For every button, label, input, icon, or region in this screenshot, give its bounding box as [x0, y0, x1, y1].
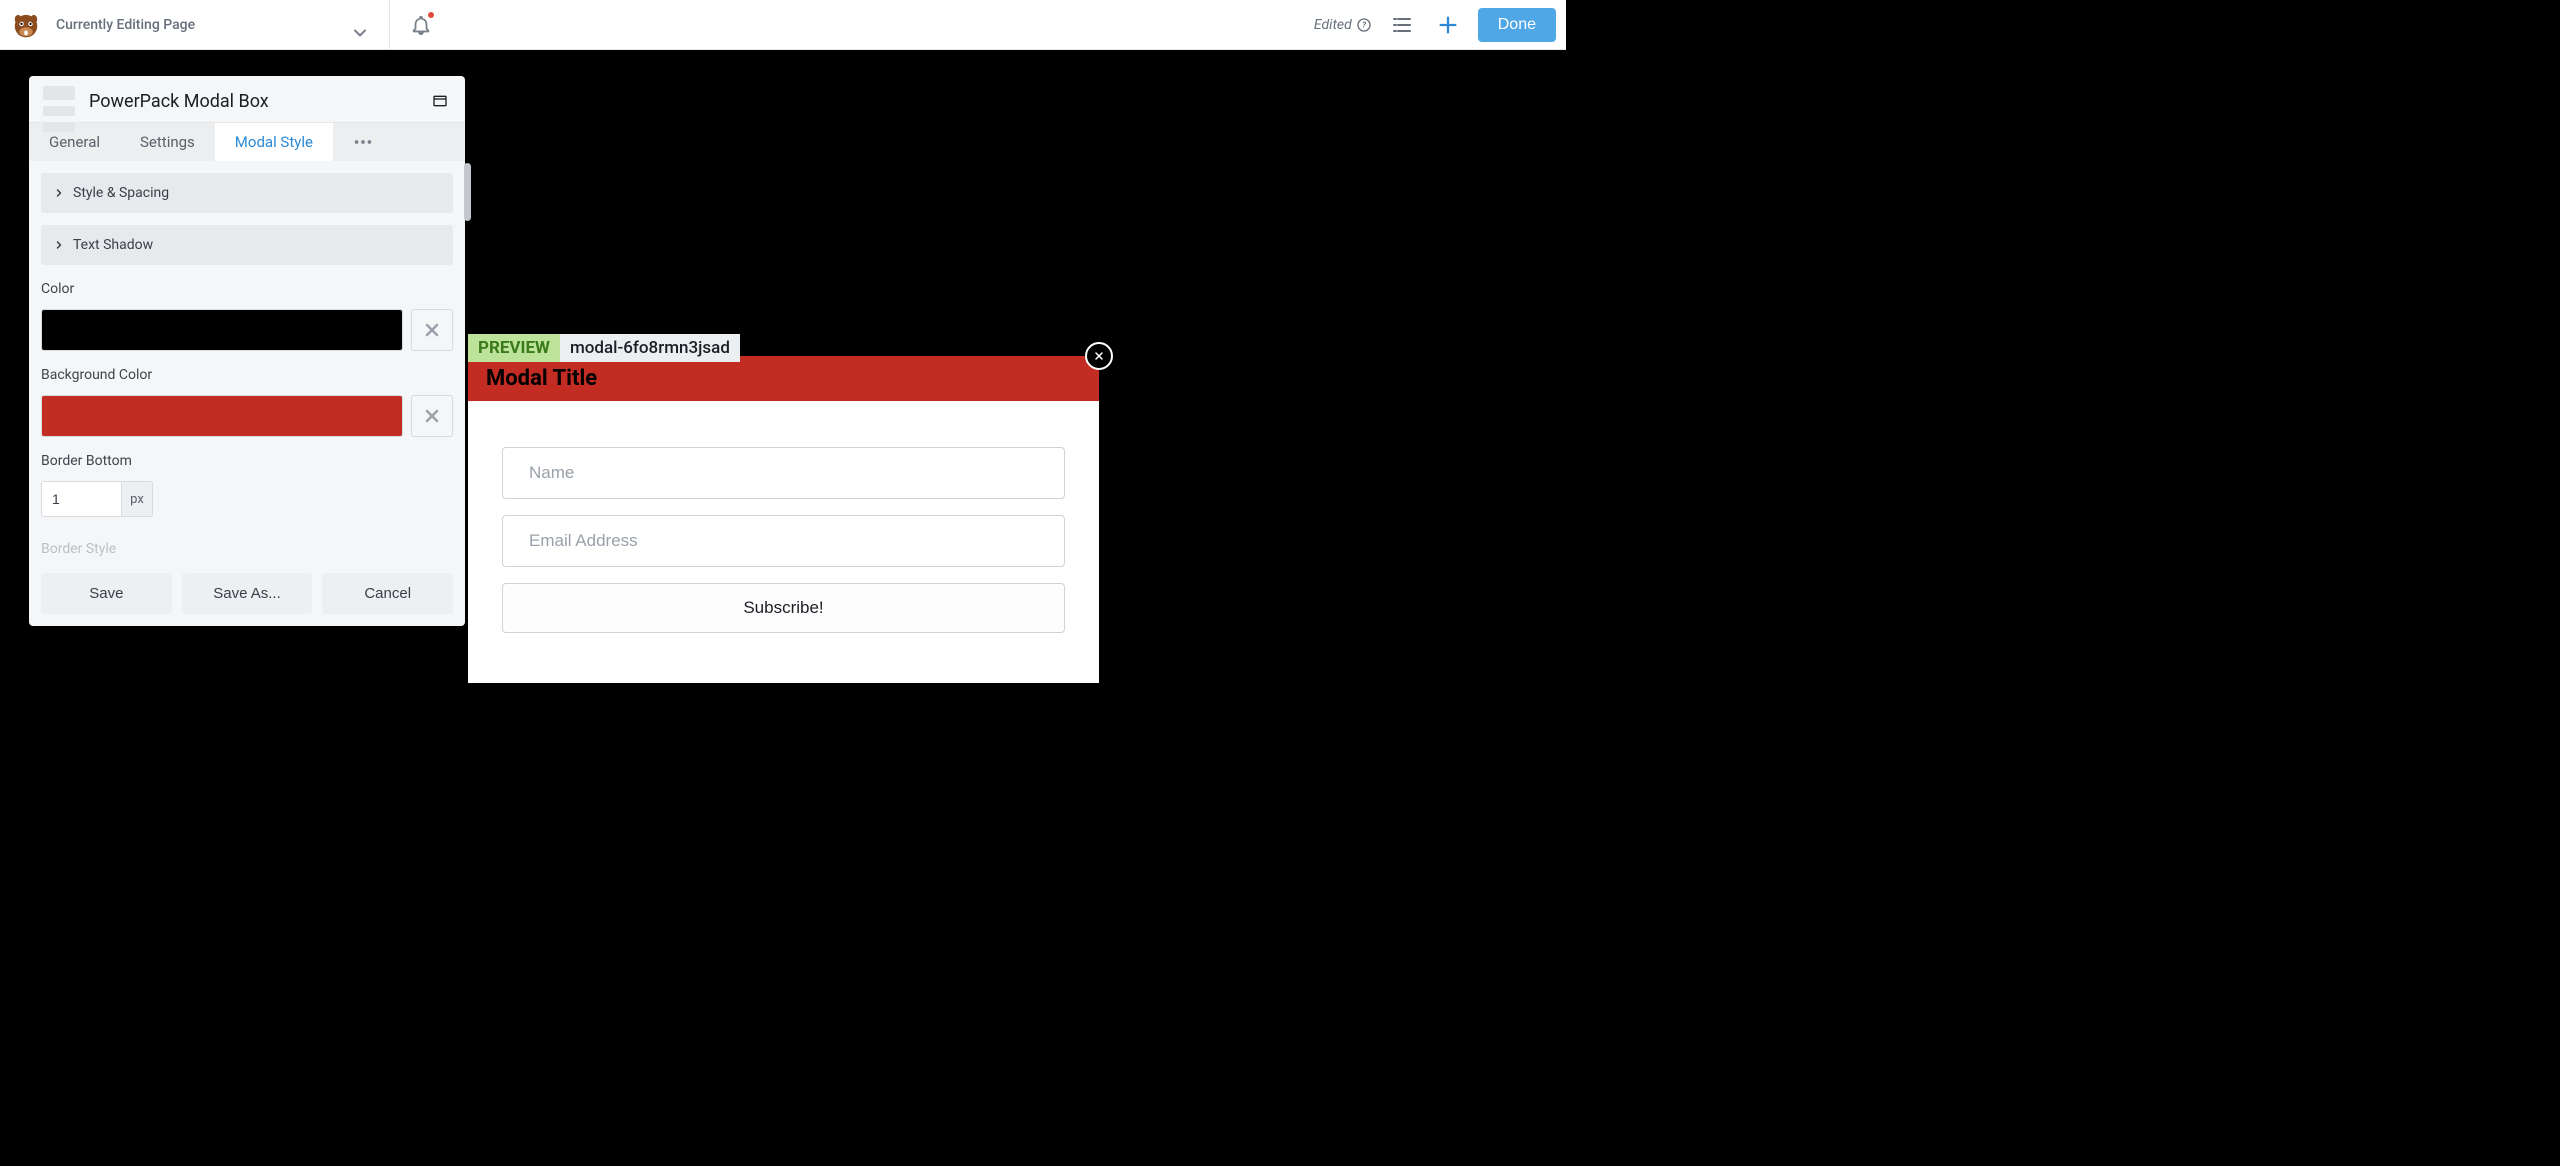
save-as-button[interactable]: Save As...	[182, 573, 313, 614]
close-icon	[422, 406, 442, 426]
beaver-icon	[8, 7, 44, 43]
outline-button[interactable]	[1386, 9, 1418, 41]
dots-horizontal-icon	[352, 131, 374, 153]
panel-tabs: General Settings Modal Style	[29, 122, 465, 161]
notifications-button[interactable]	[404, 8, 438, 42]
accordion-text-shadow[interactable]: Text Shadow	[41, 225, 453, 265]
panel-title: PowerPack Modal Box	[89, 91, 269, 112]
accordion-style-spacing[interactable]: Style & Spacing	[41, 173, 453, 213]
panel-footer: Save Save As... Cancel	[29, 561, 465, 626]
bg-color-swatch[interactable]	[41, 395, 403, 437]
done-button[interactable]: Done	[1478, 8, 1556, 42]
drag-handle-icon	[43, 86, 75, 132]
preview-badge: PREVIEW	[468, 334, 560, 362]
close-icon	[1093, 350, 1105, 362]
chevron-right-icon	[53, 239, 65, 251]
email-input[interactable]	[502, 515, 1065, 567]
beaver-logo[interactable]	[6, 5, 46, 45]
color-field-row	[41, 309, 453, 351]
svg-text:?: ?	[1362, 20, 1366, 29]
tab-settings[interactable]: Settings	[120, 123, 215, 161]
border-style-label: Border Style	[41, 541, 453, 557]
page-dropdown-toggle[interactable]	[345, 0, 375, 49]
accordion-label: Text Shadow	[73, 237, 153, 253]
panel-body: Style & Spacing Text Shadow Color Backgr…	[29, 161, 465, 561]
add-button[interactable]	[1432, 9, 1464, 41]
color-label: Color	[41, 281, 453, 297]
border-bottom-label: Border Bottom	[41, 453, 453, 469]
preview-tag: PREVIEW modal-6fo8rmn3jsad	[468, 334, 740, 362]
cancel-button[interactable]: Cancel	[322, 573, 453, 614]
panel-header[interactable]: PowerPack Modal Box	[29, 76, 465, 122]
tab-more-button[interactable]	[343, 131, 383, 153]
chevron-down-icon	[350, 23, 370, 43]
top-bar: Currently Editing Page Edited ?	[0, 0, 1566, 50]
panel-scrollbar-thumb[interactable]	[464, 163, 471, 221]
page-title: Currently Editing Page	[56, 17, 195, 33]
notification-dot-icon	[428, 12, 434, 18]
border-bottom-row: px	[41, 481, 453, 517]
modal-close-button[interactable]	[1085, 342, 1113, 370]
bg-color-clear-button[interactable]	[411, 395, 453, 437]
border-bottom-unit[interactable]: px	[121, 481, 153, 517]
name-input[interactable]	[502, 447, 1065, 499]
bg-color-field-row	[41, 395, 453, 437]
outline-list-icon	[1390, 13, 1414, 37]
window-icon	[432, 93, 448, 109]
edited-label: Edited	[1314, 17, 1352, 33]
top-bar-right: Edited ? Done	[1314, 8, 1566, 42]
subscribe-button[interactable]: Subscribe!	[502, 583, 1065, 633]
top-bar-left: Currently Editing Page	[0, 0, 438, 49]
save-button[interactable]: Save	[41, 573, 172, 614]
color-clear-button[interactable]	[411, 309, 453, 351]
bg-color-label: Background Color	[41, 367, 453, 383]
close-icon	[422, 320, 442, 340]
page-title-column: Currently Editing Page	[56, 17, 195, 33]
modal-body: Subscribe!	[468, 401, 1099, 683]
tab-modal-style[interactable]: Modal Style	[215, 123, 333, 161]
accordion-label: Style & Spacing	[73, 185, 169, 201]
modal-preview: Modal Title Subscribe!	[468, 356, 1099, 683]
plus-icon	[1437, 14, 1459, 36]
preview-id: modal-6fo8rmn3jsad	[560, 334, 740, 362]
help-icon: ?	[1356, 17, 1372, 33]
edited-indicator[interactable]: Edited ?	[1314, 17, 1372, 33]
modal-title: Modal Title	[468, 356, 1099, 401]
border-bottom-input[interactable]	[41, 481, 121, 517]
panel-maximize-button[interactable]	[429, 90, 451, 112]
color-swatch[interactable]	[41, 309, 403, 351]
vertical-separator	[389, 0, 390, 50]
chevron-right-icon	[53, 187, 65, 199]
settings-panel: PowerPack Modal Box General Settings Mod…	[29, 76, 465, 626]
